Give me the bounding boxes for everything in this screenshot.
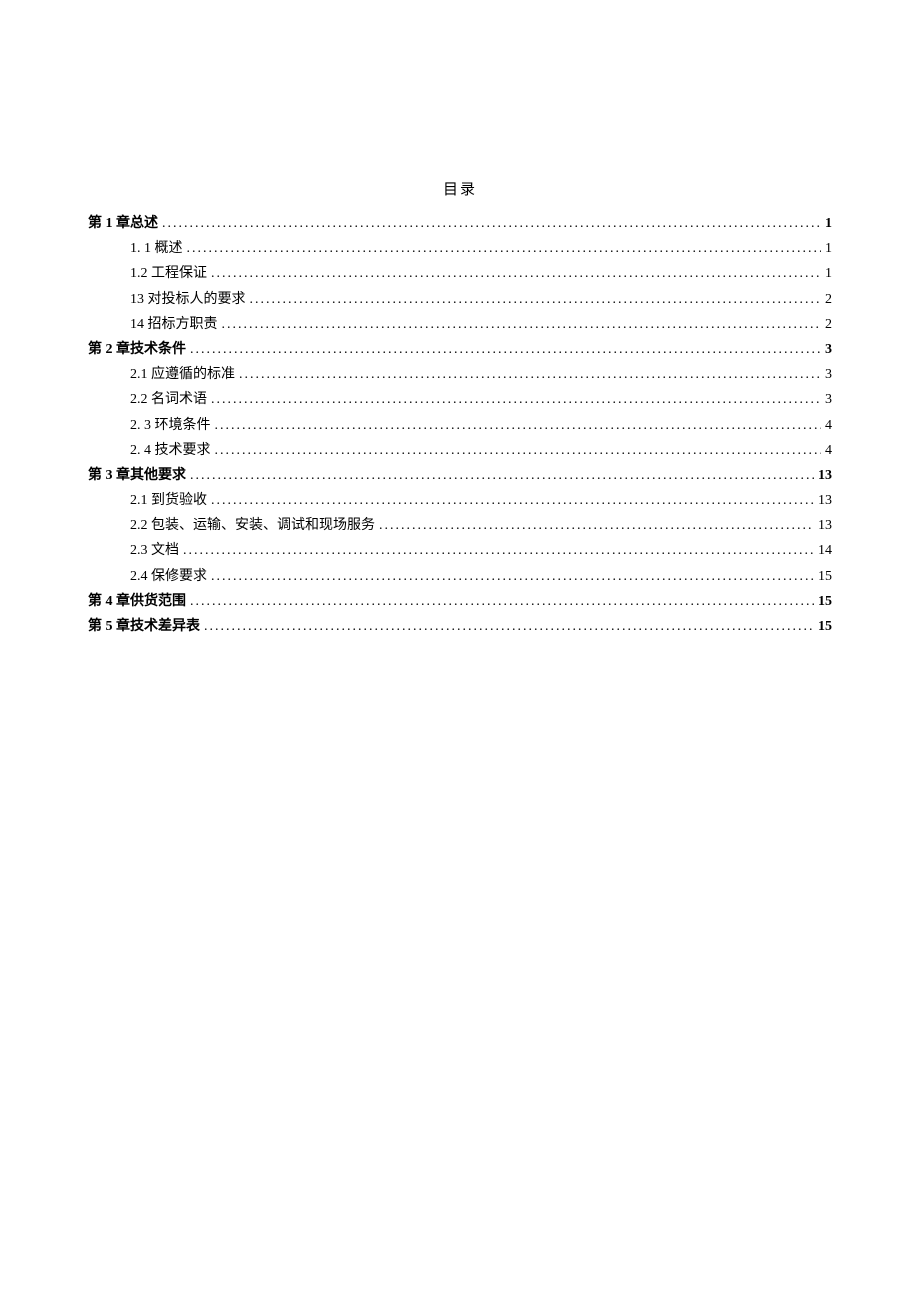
toc-entry-label: 第 1 章总述 (88, 211, 158, 236)
toc-entry-page: 1 (825, 211, 832, 236)
toc-entry-leader (211, 261, 821, 286)
toc-entry-leader (215, 438, 822, 463)
toc-entry-page: 3 (825, 337, 832, 362)
toc-entry-label: 2.2 名词术语 (130, 387, 207, 412)
toc-entry: 第 3 章其他要求 13 (88, 463, 832, 488)
toc-entry: 2.1 应遵循的标准 3 (88, 362, 832, 387)
toc-entry: 2.1 到货验收 13 (88, 488, 832, 513)
toc-entry-label: 2.1 到货验收 (130, 488, 207, 513)
toc-entry-label: 第 2 章技术条件 (88, 337, 186, 362)
toc-entry: 14 招标方职责 2 (88, 312, 832, 337)
toc-entry-page: 1 (825, 261, 832, 286)
toc-entry-label: 第 4 章供货范围 (88, 589, 186, 614)
toc-entry: 2.3 文档 14 (88, 538, 832, 563)
toc-entry-leader (239, 362, 821, 387)
toc-entry-label: 1.2 工程保证 (130, 261, 207, 286)
toc-entry: 第 5 章技术差异表 15 (88, 614, 832, 639)
toc-entry-label: 2.1 应遵循的标准 (130, 362, 235, 387)
toc-entry-leader (183, 538, 814, 563)
toc-entry-page: 14 (818, 538, 832, 563)
toc-container: 第 1 章总述11. 1 概述11.2 工程保证113 对投标人的要求214 招… (88, 211, 832, 639)
toc-entry-label: 2.4 保修要求 (130, 564, 207, 589)
toc-entry-leader (222, 312, 822, 337)
toc-entry: 2. 3 环境条件 4 (88, 413, 832, 438)
toc-entry: 2.2 名词术语 3 (88, 387, 832, 412)
toc-entry: 13 对投标人的要求 2 (88, 287, 832, 312)
toc-entry-leader (379, 513, 814, 538)
toc-entry-label: 2.3 文档 (130, 538, 179, 563)
toc-entry-page: 4 (825, 438, 832, 463)
toc-entry-page: 13 (818, 488, 832, 513)
toc-entry-page: 13 (818, 463, 832, 488)
toc-entry-page: 15 (818, 589, 832, 614)
toc-entry: 第 1 章总述 1 (88, 211, 832, 236)
toc-entry-label: 13 对投标人的要求 (130, 287, 246, 312)
toc-entry-label: 第 5 章技术差异表 (88, 614, 200, 639)
toc-entry-page: 3 (825, 387, 832, 412)
toc-entry-leader (250, 287, 822, 312)
toc-entry-leader (211, 488, 814, 513)
toc-entry-leader (211, 564, 814, 589)
toc-entry-page: 15 (818, 564, 832, 589)
toc-entry-page: 2 (825, 312, 832, 337)
toc-entry: 2.4 保修要求 15 (88, 564, 832, 589)
toc-entry-leader (187, 236, 822, 261)
toc-entry-page: 3 (825, 362, 832, 387)
toc-entry-leader (215, 413, 822, 438)
toc-entry: 2.2 包装、运输、安装、调试和现场服务 13 (88, 513, 832, 538)
toc-entry-page: 4 (825, 413, 832, 438)
toc-entry-leader (162, 211, 821, 236)
toc-entry: 2. 4 技术要求 4 (88, 438, 832, 463)
toc-entry: 第 4 章供货范围 15 (88, 589, 832, 614)
toc-entry-label: 1. 1 概述 (130, 236, 183, 261)
toc-entry-page: 2 (825, 287, 832, 312)
toc-entry-leader (190, 463, 814, 488)
toc-entry-label: 2. 4 技术要求 (130, 438, 211, 463)
toc-entry-leader (190, 337, 821, 362)
toc-entry-leader (190, 589, 814, 614)
toc-entry: 第 2 章技术条件 3 (88, 337, 832, 362)
toc-entry-leader (204, 614, 814, 639)
toc-entry-page: 1 (825, 236, 832, 261)
toc-entry-label: 第 3 章其他要求 (88, 463, 186, 488)
toc-entry-leader (211, 387, 821, 412)
toc-title: 目录 (88, 178, 832, 199)
toc-entry-label: 2.2 包装、运输、安装、调试和现场服务 (130, 513, 375, 538)
toc-entry: 1. 1 概述 1 (88, 236, 832, 261)
toc-entry-page: 13 (818, 513, 832, 538)
toc-entry-label: 2. 3 环境条件 (130, 413, 211, 438)
toc-entry-label: 14 招标方职责 (130, 312, 218, 337)
toc-entry-page: 15 (818, 614, 832, 639)
toc-entry: 1.2 工程保证 1 (88, 261, 832, 286)
